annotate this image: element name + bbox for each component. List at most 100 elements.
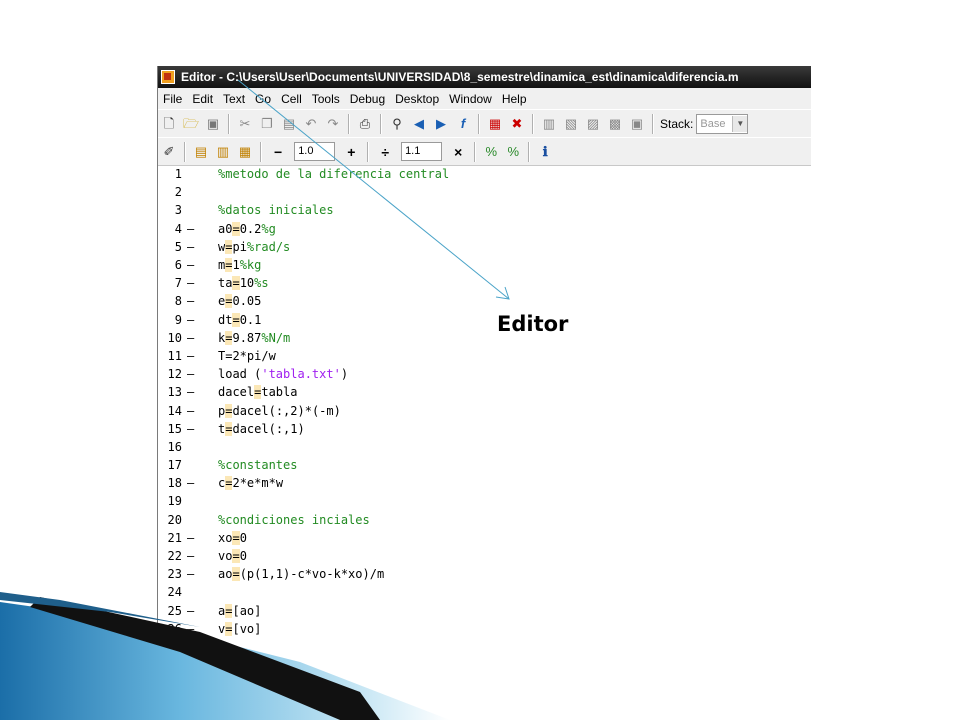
code-line[interactable]: 27 bbox=[158, 638, 811, 656]
redo-icon[interactable]: ↷ bbox=[325, 116, 341, 132]
breakpoint-gutter[interactable]: – bbox=[182, 222, 211, 236]
breakpoint-gutter[interactable]: – bbox=[182, 531, 211, 545]
menu-cell[interactable]: Cell bbox=[276, 92, 307, 106]
menu-go[interactable]: Go bbox=[250, 92, 276, 106]
code-token: 0.1 bbox=[239, 312, 262, 327]
code-line[interactable]: 4– a0=0.2%g bbox=[158, 220, 811, 238]
code-line[interactable]: 22– vo=0 bbox=[158, 547, 811, 565]
code-line[interactable]: 17 %constantes bbox=[158, 456, 811, 474]
breakpoint-gutter[interactable]: – bbox=[182, 240, 211, 254]
menu-desktop[interactable]: Desktop bbox=[390, 92, 444, 106]
divide-button[interactable]: ÷ bbox=[381, 144, 389, 160]
code-line[interactable]: 10– k=9.87%N/m bbox=[158, 329, 811, 347]
breakpoint-gutter[interactable]: – bbox=[182, 604, 211, 618]
code-line[interactable]: 26– v=[vo] bbox=[158, 620, 811, 638]
code-token: (p(1,1)-c*vo-k*xo)/m bbox=[239, 567, 385, 582]
decrement-value-field[interactable]: 1.0 bbox=[294, 142, 336, 161]
code-token: 9.87 bbox=[232, 330, 262, 345]
find-icon[interactable]: ⚲ bbox=[389, 116, 405, 132]
code-token: = bbox=[232, 530, 240, 545]
code-comment: %datos iniciales bbox=[218, 203, 334, 218]
code-line[interactable]: 5– w=pi%rad/s bbox=[158, 238, 811, 256]
eraser-icon[interactable]: ✐ bbox=[161, 144, 177, 160]
eval-file-icon[interactable]: ▦ bbox=[237, 144, 253, 160]
code-line[interactable]: 13– dacel=tabla bbox=[158, 383, 811, 401]
remove-cell-break-icon[interactable]: % bbox=[505, 144, 521, 160]
breakpoint-gutter[interactable]: – bbox=[182, 476, 211, 490]
code-line[interactable]: 8– e=0.05 bbox=[158, 292, 811, 310]
code-line[interactable]: 11– T=2*pi/w bbox=[158, 347, 811, 365]
breakpoint-gutter[interactable]: – bbox=[182, 367, 211, 381]
eval-cell-icon[interactable]: ▤ bbox=[193, 144, 209, 160]
code-line[interactable]: 19 bbox=[158, 492, 811, 510]
menu-window[interactable]: Window bbox=[444, 92, 497, 106]
code-line[interactable]: 21– xo=0 bbox=[158, 529, 811, 547]
menu-edit[interactable]: Edit bbox=[187, 92, 218, 106]
function-icon[interactable]: f bbox=[455, 116, 471, 132]
code-line[interactable]: 1 %metodo de la diferencia central bbox=[158, 165, 811, 183]
undo-icon[interactable]: ↶ bbox=[303, 116, 319, 132]
open-folder-icon[interactable]: 🗁 bbox=[183, 116, 199, 132]
multiply-value-field[interactable]: 1.1 bbox=[401, 142, 443, 161]
breakpoint-gutter[interactable]: – bbox=[182, 349, 211, 363]
code-line[interactable]: 14– p=dacel(:,2)*(-m) bbox=[158, 401, 811, 419]
line-number: 23 bbox=[167, 567, 182, 582]
code-text: %condiciones inciales bbox=[218, 513, 370, 527]
step-icon[interactable]: ▥ bbox=[541, 116, 557, 132]
copy-icon[interactable]: ❐ bbox=[259, 116, 275, 132]
breakpoint-gutter[interactable]: – bbox=[182, 622, 211, 636]
code-line[interactable]: 23– ao=(p(1,1)-c*vo-k*xo)/m bbox=[158, 565, 811, 583]
code-line[interactable]: 9– dt=0.1 bbox=[158, 311, 811, 329]
code-line[interactable]: 7– ta=10%s bbox=[158, 274, 811, 292]
menu-help[interactable]: Help bbox=[497, 92, 532, 106]
breakpoint-gutter[interactable]: – bbox=[182, 313, 211, 327]
code-line[interactable]: 15– t=dacel(:,1) bbox=[158, 420, 811, 438]
code-line[interactable]: 2 bbox=[158, 183, 811, 201]
title-bar[interactable]: Editor - C:\Users\User\Documents\UNIVERS… bbox=[158, 66, 811, 88]
menu-text[interactable]: Text bbox=[218, 92, 250, 106]
code-comment: %g bbox=[261, 221, 276, 236]
code-area[interactable]: 1 %metodo de la diferencia central 2 3 %dato… bbox=[158, 165, 811, 660]
increment-button[interactable]: + bbox=[347, 144, 355, 160]
breakpoint-gutter[interactable]: – bbox=[182, 294, 211, 308]
code-line[interactable]: 25– a=[ao] bbox=[158, 602, 811, 620]
code-line[interactable]: 6– m=1%kg bbox=[158, 256, 811, 274]
breakpoint-gutter[interactable]: – bbox=[182, 385, 211, 399]
save-icon[interactable]: ▣ bbox=[205, 116, 221, 132]
breakpoint-gutter[interactable]: – bbox=[182, 258, 211, 272]
menu-tools[interactable]: Tools bbox=[307, 92, 345, 106]
back-icon[interactable]: ◀ bbox=[411, 116, 427, 132]
code-line[interactable]: 12– load ('tabla.txt') bbox=[158, 365, 811, 383]
breakpoint-gutter[interactable]: – bbox=[182, 404, 211, 418]
exit-debug-icon[interactable]: ▣ bbox=[629, 116, 645, 132]
breakpoint-gutter[interactable]: – bbox=[182, 567, 211, 581]
continue-icon[interactable]: ▩ bbox=[607, 116, 623, 132]
code-line[interactable]: 24 bbox=[158, 583, 811, 601]
forward-icon[interactable]: ▶ bbox=[433, 116, 449, 132]
decrement-button[interactable]: − bbox=[274, 144, 282, 160]
insert-cell-break-icon[interactable]: % bbox=[483, 144, 499, 160]
code-line[interactable]: 3 %datos iniciales bbox=[158, 201, 811, 219]
new-file-icon[interactable]: 🗋 bbox=[161, 116, 177, 132]
code-token: load ( bbox=[218, 367, 262, 382]
breakpoint-clear-icon[interactable]: ✖ bbox=[509, 116, 525, 132]
code-line[interactable]: 18– c=2*e*m*w bbox=[158, 474, 811, 492]
code-line[interactable]: 16 bbox=[158, 438, 811, 456]
code-line[interactable]: 20 %condiciones inciales bbox=[158, 511, 811, 529]
menu-debug[interactable]: Debug bbox=[345, 92, 390, 106]
eval-cell-advance-icon[interactable]: ▥ bbox=[215, 144, 231, 160]
print-icon[interactable]: ⎙ bbox=[357, 116, 373, 132]
stack-dropdown[interactable]: Base ▼ bbox=[696, 113, 749, 134]
step-out-icon[interactable]: ▨ bbox=[585, 116, 601, 132]
info-icon[interactable]: ℹ bbox=[537, 144, 553, 160]
menu-file[interactable]: File bbox=[158, 92, 187, 106]
breakpoint-gutter[interactable]: – bbox=[182, 276, 211, 290]
breakpoint-gutter[interactable]: – bbox=[182, 549, 211, 563]
breakpoint-gutter[interactable]: – bbox=[182, 422, 211, 436]
step-in-icon[interactable]: ▧ bbox=[563, 116, 579, 132]
multiply-button[interactable]: × bbox=[454, 144, 462, 160]
paste-icon[interactable]: ▤ bbox=[281, 116, 297, 132]
breakpoint-set-icon[interactable]: ▦ bbox=[487, 116, 503, 132]
cut-icon[interactable]: ✂ bbox=[237, 116, 253, 132]
breakpoint-gutter[interactable]: – bbox=[182, 331, 211, 345]
